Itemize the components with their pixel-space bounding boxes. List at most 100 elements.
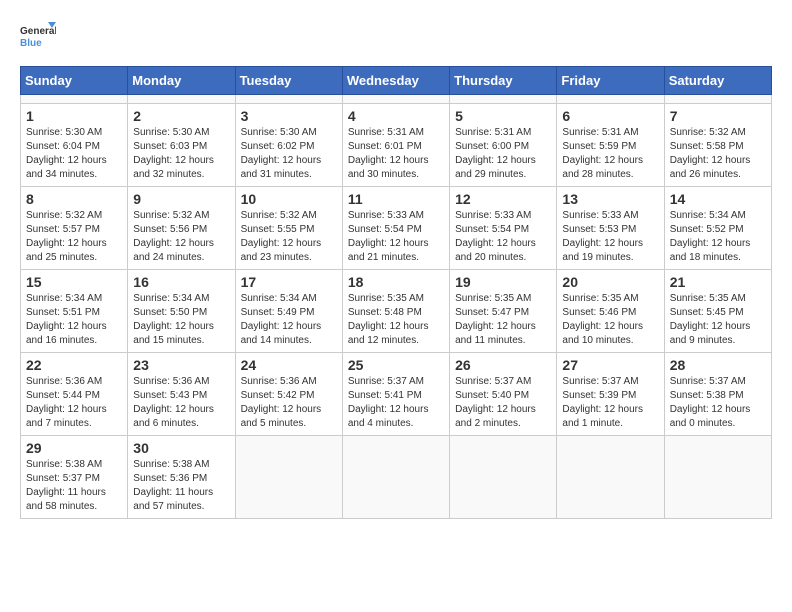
weekday-header: Friday (557, 67, 664, 95)
calendar-cell: 6 Sunrise: 5:31 AMSunset: 5:59 PMDaylight… (557, 104, 664, 187)
calendar-cell (342, 95, 449, 104)
day-number: 8 (26, 191, 122, 207)
day-number: 18 (348, 274, 444, 290)
calendar-cell (128, 95, 235, 104)
day-detail: Sunrise: 5:33 AMSunset: 5:54 PMDaylight:… (348, 209, 444, 265)
calendar-cell: 10Sunrise: 5:32 AMSunset: 5:55 PMDayligh… (235, 187, 342, 270)
day-detail: Sunrise: 5:30 AMSunset: 6:03 PMDaylight:… (133, 126, 229, 182)
calendar-cell: 7 Sunrise: 5:32 AMSunset: 5:58 PMDaylight… (664, 104, 771, 187)
weekday-header: Tuesday (235, 67, 342, 95)
day-detail: Sunrise: 5:32 AMSunset: 5:57 PMDaylight:… (26, 209, 122, 265)
calendar-cell: 12 Sunrise: 5:33 AMSunset: 5:54 PMDayligh… (450, 187, 557, 270)
calendar-cell: 13Sunrise: 5:33 AMSunset: 5:53 PMDayligh… (557, 187, 664, 270)
day-number: 9 (133, 191, 229, 207)
day-detail: Sunrise: 5:30 AMSunset: 6:04 PMDaylight:… (26, 126, 122, 182)
day-detail: Sunrise: 5:38 AMSunset: 5:36 PMDaylight:… (133, 458, 229, 514)
calendar-week-row: 1 Sunrise: 5:30 AMSunset: 6:04 PMDaylight… (21, 104, 772, 187)
weekday-header: Thursday (450, 67, 557, 95)
day-number: 7 (670, 108, 766, 124)
calendar-cell (450, 436, 557, 519)
day-number: 12 (455, 191, 551, 207)
calendar-week-row (21, 95, 772, 104)
weekday-header: Sunday (21, 67, 128, 95)
day-detail: Sunrise: 5:34 AMSunset: 5:49 PMDaylight:… (241, 292, 337, 348)
day-number: 3 (241, 108, 337, 124)
calendar-cell: 21Sunrise: 5:35 AMSunset: 5:45 PMDayligh… (664, 270, 771, 353)
page-header: General Blue (20, 20, 772, 56)
calendar-cell (342, 436, 449, 519)
day-detail: Sunrise: 5:36 AMSunset: 5:44 PMDaylight:… (26, 375, 122, 431)
day-number: 25 (348, 357, 444, 373)
day-number: 20 (562, 274, 658, 290)
svg-text:General: General (20, 26, 56, 37)
day-number: 29 (26, 440, 122, 456)
calendar-cell: 19Sunrise: 5:35 AMSunset: 5:47 PMDayligh… (450, 270, 557, 353)
day-number: 16 (133, 274, 229, 290)
calendar-cell (21, 95, 128, 104)
day-detail: Sunrise: 5:37 AMSunset: 5:40 PMDaylight:… (455, 375, 551, 431)
calendar-cell: 2Sunrise: 5:30 AMSunset: 6:03 PMDaylight… (128, 104, 235, 187)
day-detail: Sunrise: 5:34 AMSunset: 5:52 PMDaylight:… (670, 209, 766, 265)
day-detail: Sunrise: 5:33 AMSunset: 5:53 PMDaylight:… (562, 209, 658, 265)
calendar-cell: 24Sunrise: 5:36 AMSunset: 5:42 PMDayligh… (235, 353, 342, 436)
weekday-header: Saturday (664, 67, 771, 95)
calendar-cell: 8 Sunrise: 5:32 AMSunset: 5:57 PMDaylight… (21, 187, 128, 270)
day-detail: Sunrise: 5:34 AMSunset: 5:51 PMDaylight:… (26, 292, 122, 348)
day-number: 22 (26, 357, 122, 373)
svg-text:Blue: Blue (20, 38, 42, 49)
day-detail: Sunrise: 5:37 AMSunset: 5:38 PMDaylight:… (670, 375, 766, 431)
day-detail: Sunrise: 5:36 AMSunset: 5:42 PMDaylight:… (241, 375, 337, 431)
day-detail: Sunrise: 5:38 AMSunset: 5:37 PMDaylight:… (26, 458, 122, 514)
calendar-cell: 9 Sunrise: 5:32 AMSunset: 5:56 PMDaylight… (128, 187, 235, 270)
calendar-cell: 23Sunrise: 5:36 AMSunset: 5:43 PMDayligh… (128, 353, 235, 436)
weekday-header: Monday (128, 67, 235, 95)
calendar-cell: 28Sunrise: 5:37 AMSunset: 5:38 PMDayligh… (664, 353, 771, 436)
day-number: 27 (562, 357, 658, 373)
calendar-cell: 16 Sunrise: 5:34 AMSunset: 5:50 PMDayligh… (128, 270, 235, 353)
calendar-week-row: 29 Sunrise: 5:38 AMSunset: 5:37 PMDayligh… (21, 436, 772, 519)
calendar-cell (557, 436, 664, 519)
calendar-week-row: 22 Sunrise: 5:36 AMSunset: 5:44 PMDayligh… (21, 353, 772, 436)
day-detail: Sunrise: 5:30 AMSunset: 6:02 PMDaylight:… (241, 126, 337, 182)
calendar-week-row: 15 Sunrise: 5:34 AMSunset: 5:51 PMDayligh… (21, 270, 772, 353)
logo: General Blue (20, 20, 56, 56)
calendar-cell: 25Sunrise: 5:37 AMSunset: 5:41 PMDayligh… (342, 353, 449, 436)
day-detail: Sunrise: 5:32 AMSunset: 5:56 PMDaylight:… (133, 209, 229, 265)
calendar-cell (664, 95, 771, 104)
day-number: 15 (26, 274, 122, 290)
day-detail: Sunrise: 5:33 AMSunset: 5:54 PMDaylight:… (455, 209, 551, 265)
day-detail: Sunrise: 5:35 AMSunset: 5:46 PMDaylight:… (562, 292, 658, 348)
calendar-cell (450, 95, 557, 104)
calendar-cell (235, 436, 342, 519)
calendar-cell: 26 Sunrise: 5:37 AMSunset: 5:40 PMDayligh… (450, 353, 557, 436)
day-detail: Sunrise: 5:34 AMSunset: 5:50 PMDaylight:… (133, 292, 229, 348)
day-number: 4 (348, 108, 444, 124)
weekday-header-row: SundayMondayTuesdayWednesdayThursdayFrid… (21, 67, 772, 95)
calendar-table: SundayMondayTuesdayWednesdayThursdayFrid… (20, 66, 772, 519)
weekday-header: Wednesday (342, 67, 449, 95)
calendar-cell: 27 Sunrise: 5:37 AMSunset: 5:39 PMDayligh… (557, 353, 664, 436)
day-detail: Sunrise: 5:35 AMSunset: 5:45 PMDaylight:… (670, 292, 766, 348)
day-detail: Sunrise: 5:36 AMSunset: 5:43 PMDaylight:… (133, 375, 229, 431)
calendar-cell: 3 Sunrise: 5:30 AMSunset: 6:02 PMDaylight… (235, 104, 342, 187)
calendar-cell: 30 Sunrise: 5:38 AMSunset: 5:36 PMDayligh… (128, 436, 235, 519)
day-number: 14 (670, 191, 766, 207)
day-detail: Sunrise: 5:35 AMSunset: 5:48 PMDaylight:… (348, 292, 444, 348)
day-number: 26 (455, 357, 551, 373)
day-number: 17 (241, 274, 337, 290)
day-number: 6 (562, 108, 658, 124)
calendar-cell: 29 Sunrise: 5:38 AMSunset: 5:37 PMDayligh… (21, 436, 128, 519)
day-number: 30 (133, 440, 229, 456)
calendar-cell (557, 95, 664, 104)
day-number: 11 (348, 191, 444, 207)
day-detail: Sunrise: 5:31 AMSunset: 5:59 PMDaylight:… (562, 126, 658, 182)
day-detail: Sunrise: 5:32 AMSunset: 5:58 PMDaylight:… (670, 126, 766, 182)
day-number: 1 (26, 108, 122, 124)
calendar-cell: 17 Sunrise: 5:34 AMSunset: 5:49 PMDayligh… (235, 270, 342, 353)
day-detail: Sunrise: 5:35 AMSunset: 5:47 PMDaylight:… (455, 292, 551, 348)
calendar-cell: 14 Sunrise: 5:34 AMSunset: 5:52 PMDayligh… (664, 187, 771, 270)
calendar-cell (235, 95, 342, 104)
day-detail: Sunrise: 5:37 AMSunset: 5:39 PMDaylight:… (562, 375, 658, 431)
logo-svg: General Blue (20, 20, 56, 56)
calendar-cell: 15 Sunrise: 5:34 AMSunset: 5:51 PMDayligh… (21, 270, 128, 353)
